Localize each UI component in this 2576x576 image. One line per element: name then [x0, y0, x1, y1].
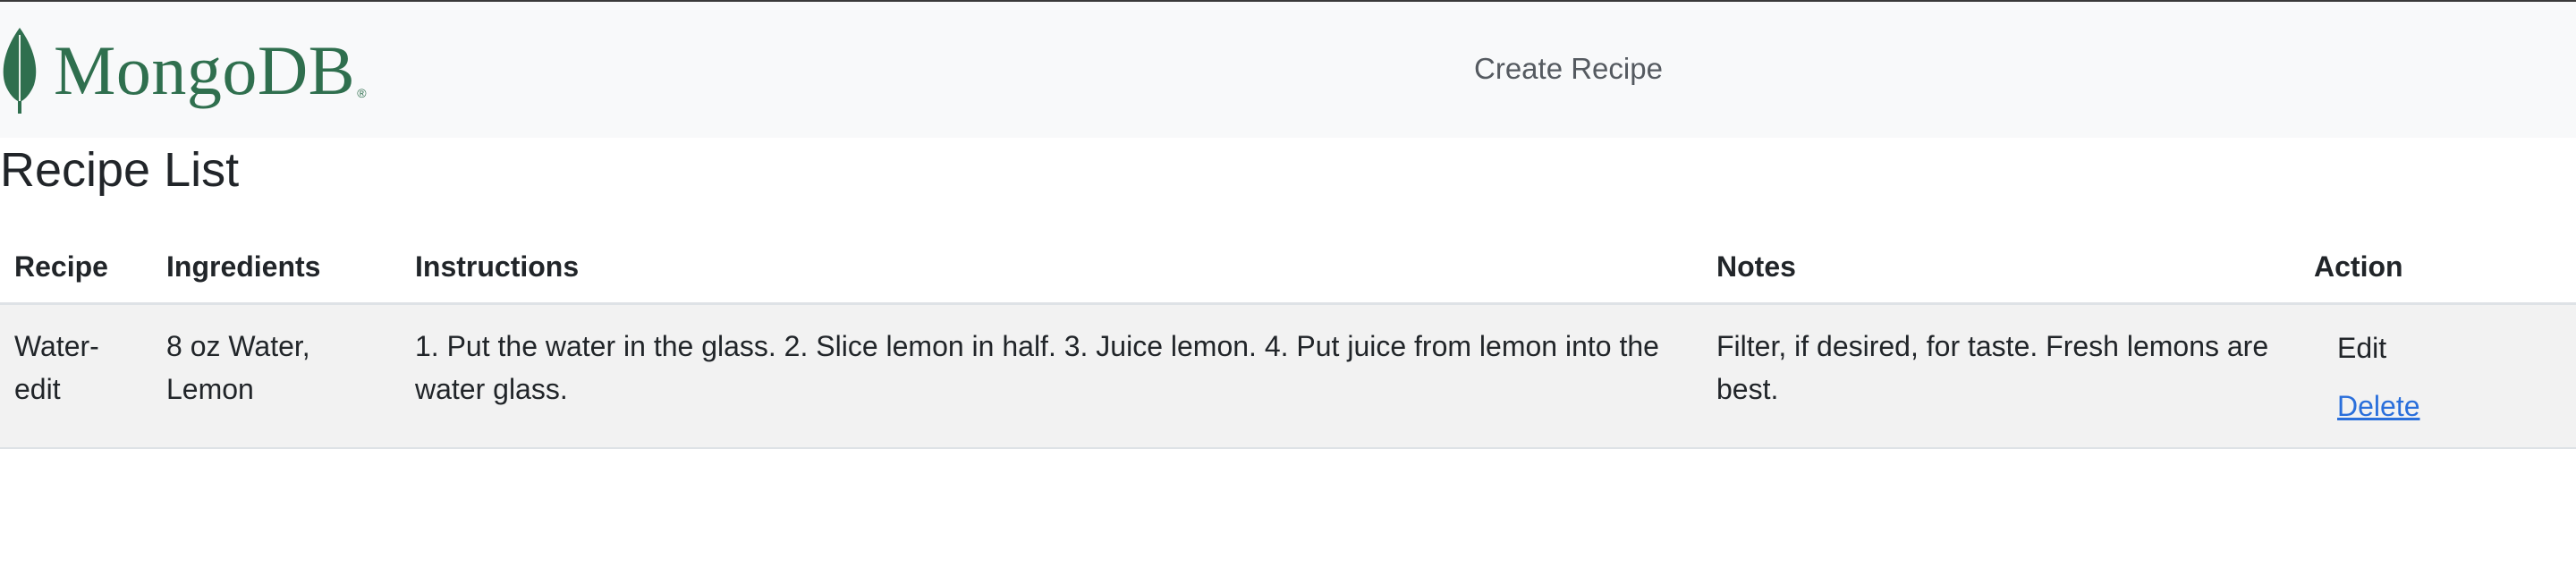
header-ingredients: Ingredients — [152, 231, 401, 305]
cell-action: Edit Delete — [2300, 303, 2576, 449]
logo-text: MongoDB — [54, 31, 356, 109]
cell-notes: Filter, if desired, for taste. Fresh lem… — [1702, 303, 2300, 449]
create-recipe-link[interactable]: Create Recipe — [1474, 52, 1663, 86]
edit-button[interactable]: Edit — [2337, 332, 2386, 365]
leaf-icon — [0, 26, 39, 115]
header-instructions: Instructions — [401, 231, 1702, 305]
table-row: Water-edit 8 oz Water, Lemon 1. Put the … — [0, 303, 2576, 449]
recipe-table: Recipe Ingredients Instructions Notes Ac… — [0, 231, 2576, 449]
delete-link[interactable]: Delete — [2337, 385, 2562, 428]
navbar: MongoDB ® Create Recipe — [0, 2, 2576, 138]
table-header-row: Recipe Ingredients Instructions Notes Ac… — [0, 231, 2576, 305]
header-action: Action — [2300, 231, 2576, 305]
logo-registered-mark: ® — [357, 86, 367, 100]
header-recipe: Recipe — [0, 231, 152, 305]
header-notes: Notes — [1702, 231, 2300, 305]
cell-ingredients: 8 oz Water, Lemon — [152, 303, 401, 449]
cell-instructions: 1. Put the water in the glass. 2. Slice … — [401, 303, 1702, 449]
brand-logo[interactable]: MongoDB ® — [0, 21, 367, 120]
cell-recipe: Water-edit — [0, 303, 152, 449]
page-title: Recipe List — [0, 143, 240, 197]
